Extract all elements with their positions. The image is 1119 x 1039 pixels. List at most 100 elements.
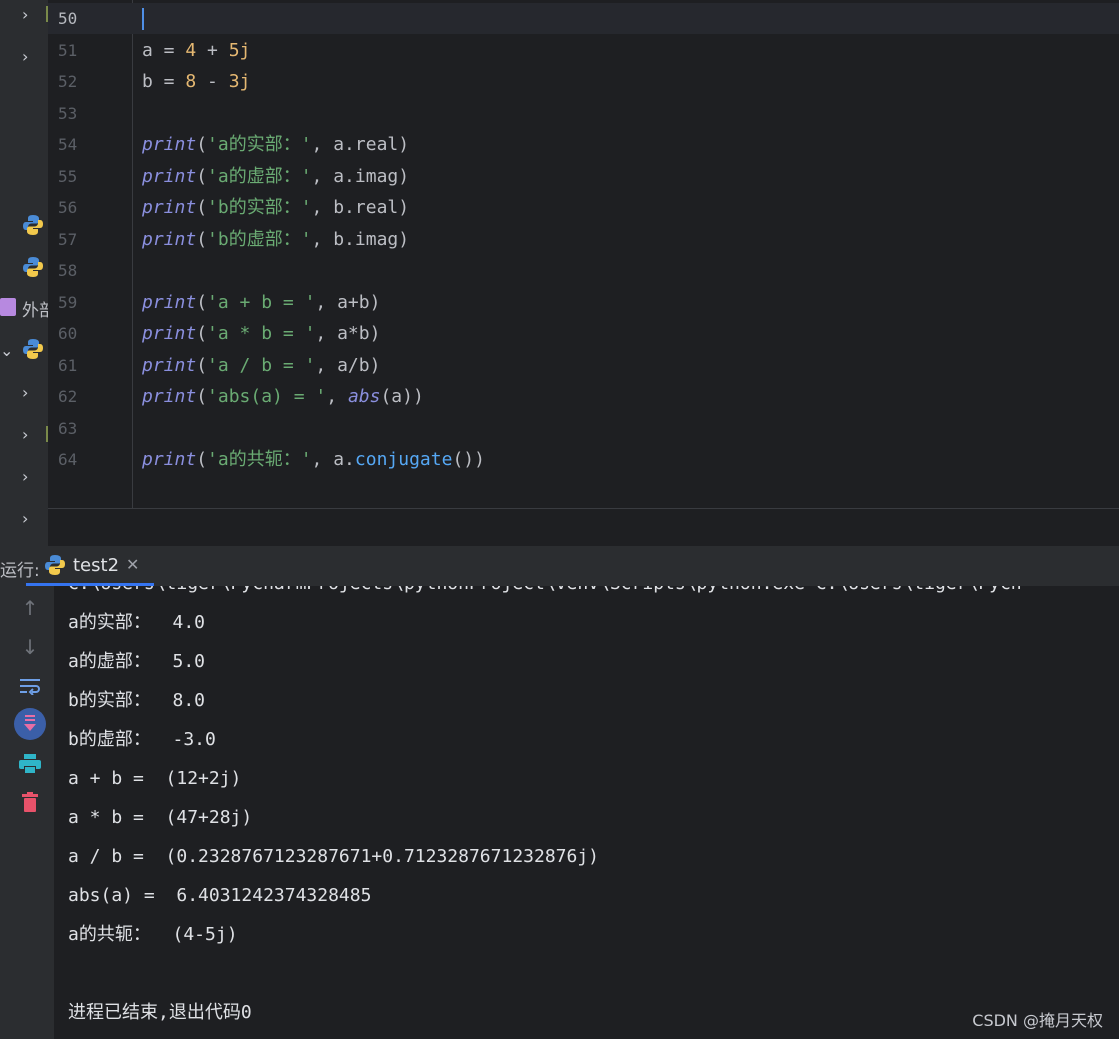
run-panel-header: 运行: test2 ✕ <box>0 546 1119 586</box>
line-number: 54 <box>58 135 78 154</box>
tree-row-expanded[interactable]: ⌄ <box>0 336 48 366</box>
close-icon[interactable]: ✕ <box>126 556 139 574</box>
tree-row[interactable]: › <box>0 378 48 408</box>
code-token: 'a + b = ' <box>207 291 316 313</box>
line-number: 51 <box>58 40 78 60</box>
tree-row-python-file[interactable] <box>0 212 48 242</box>
console-line: a的虚部： 5.0 <box>68 651 206 672</box>
code-token: (a)) <box>380 386 424 407</box>
line-number: 57 <box>58 229 78 249</box>
code-token: print <box>142 228 197 250</box>
line-number: 58 <box>58 261 78 280</box>
code-text: b = 8 - 3j <box>142 66 250 97</box>
console-command-line: C:\Users\tiger\PycharmProjects\pythonPro… <box>68 586 1022 596</box>
code-line[interactable]: 63 <box>48 413 1119 444</box>
line-number: 56 <box>58 198 78 217</box>
print-icon[interactable] <box>14 748 46 780</box>
code-token: , b.imag) <box>311 228 410 250</box>
library-icon <box>0 298 16 316</box>
code-token: , <box>326 386 348 407</box>
code-token: print <box>142 197 197 218</box>
run-tab-label: test2 <box>73 555 120 576</box>
tree-item-label: 外部 <box>22 301 48 321</box>
chevron-right-icon[interactable]: › <box>22 6 28 24</box>
line-number: 50 <box>58 9 78 28</box>
chevron-right-icon[interactable]: › <box>22 510 28 528</box>
code-text: print('a * b = ', a*b) <box>142 318 380 349</box>
code-token: 'a / b = ' <box>207 354 316 376</box>
code-token: 'a的实部：' <box>207 134 312 155</box>
code-token: , a*b) <box>315 323 381 344</box>
console-line: a * b = (47+28j) <box>68 807 253 828</box>
console-line: b的实部： 8.0 <box>68 690 206 711</box>
line-number: 52 <box>58 72 78 91</box>
code-line[interactable]: 53 <box>48 98 1119 129</box>
code-line[interactable]: 59 print('a + b = ', a+b) <box>48 287 1119 318</box>
code-line[interactable]: 51 a = 4 + 5j <box>48 35 1119 66</box>
chevron-right-icon[interactable]: › <box>22 468 28 486</box>
code-token: print <box>142 449 197 470</box>
chevron-right-icon[interactable]: › <box>22 384 28 402</box>
console-output[interactable]: C:\Users\tiger\PycharmProjects\pythonPro… <box>54 586 1119 1039</box>
chevron-right-icon[interactable]: › <box>22 48 28 66</box>
code-line[interactable]: 57 print('b的虚部：', b.imag) <box>48 224 1119 255</box>
code-token: conjugate <box>354 449 453 470</box>
code-token: ( <box>196 228 208 250</box>
code-line[interactable]: 55 print('a的虚部：', a.imag) <box>48 161 1119 192</box>
tree-row[interactable]: › <box>0 462 48 492</box>
tree-row[interactable]: › <box>0 42 48 72</box>
code-token: + <box>196 39 229 61</box>
chevron-right-icon[interactable]: › <box>22 426 28 444</box>
code-line[interactable]: 58 <box>48 255 1119 286</box>
code-token: 'a的共轭：' <box>207 449 312 470</box>
line-number: 61 <box>58 355 78 375</box>
text-caret <box>142 8 144 30</box>
code-line[interactable]: 52 b = 8 - 3j <box>48 66 1119 97</box>
code-line[interactable]: 62 print('abs(a) = ', abs(a)) <box>48 381 1119 412</box>
python-package-icon <box>23 339 43 359</box>
code-token: 'b的虚部：' <box>207 228 312 250</box>
code-line[interactable]: 60 print('a * b = ', a*b) <box>48 318 1119 349</box>
arrow-up-icon[interactable]: ↑ <box>14 592 46 624</box>
code-token: print <box>142 323 197 344</box>
run-toolbar: ↑ ↓ <box>0 586 54 1039</box>
code-token: print <box>142 165 197 187</box>
code-line[interactable]: 56 print('b的实部：', b.real) <box>48 192 1119 223</box>
code-token: ( <box>196 165 208 187</box>
tree-row[interactable]: › <box>0 420 48 450</box>
code-line[interactable]: 54 print('a的实部：', a.real) <box>48 129 1119 160</box>
line-number: 63 <box>58 418 78 438</box>
python-file-icon <box>23 257 43 277</box>
code-token: 5j <box>228 39 251 61</box>
trash-icon[interactable] <box>14 786 46 818</box>
code-line[interactable]: 64 print('a的共轭：', a.conjugate()) <box>48 444 1119 475</box>
tree-row-external-libraries[interactable]: 外部 <box>0 294 48 324</box>
code-line[interactable]: 61 print('a / b = ', a/b) <box>48 350 1119 381</box>
code-token: print <box>142 291 197 313</box>
tree-row[interactable]: › <box>0 0 48 30</box>
code-token: , a.real) <box>311 134 410 155</box>
code-token: , a.imag) <box>311 165 410 187</box>
tree-row-python-file[interactable] <box>0 254 48 284</box>
scroll-to-end-icon[interactable] <box>14 708 46 740</box>
code-token: a <box>142 39 153 61</box>
code-token: print <box>142 386 197 407</box>
code-text: print('a的虚部：', a.imag) <box>142 161 409 192</box>
chevron-down-icon[interactable]: ⌄ <box>0 342 13 360</box>
code-token: 4 <box>185 39 197 61</box>
arrow-down-icon[interactable]: ↓ <box>14 631 46 663</box>
soft-wrap-icon[interactable] <box>14 670 46 702</box>
code-token: ()) <box>452 449 485 470</box>
tree-row[interactable]: › <box>0 504 48 534</box>
code-token: = <box>152 39 186 61</box>
code-text: a = 4 + 5j <box>142 35 250 66</box>
code-text: print('b的虚部：', b.imag) <box>142 224 409 255</box>
line-number: 59 <box>58 292 78 312</box>
code-editor[interactable]: 50 51 a = 4 + 5j 52 b = 8 - 3j 53 54 print('a的实… <box>48 0 1119 509</box>
code-text: print('a的共轭：', a.conjugate()) <box>142 444 485 475</box>
code-line[interactable]: 50 <box>48 3 1119 34</box>
code-token: ( <box>196 197 208 218</box>
line-number: 64 <box>58 450 78 469</box>
run-tab-test2[interactable]: test2 ✕ <box>26 546 154 586</box>
code-text: print('a / b = ', a/b) <box>142 350 380 381</box>
